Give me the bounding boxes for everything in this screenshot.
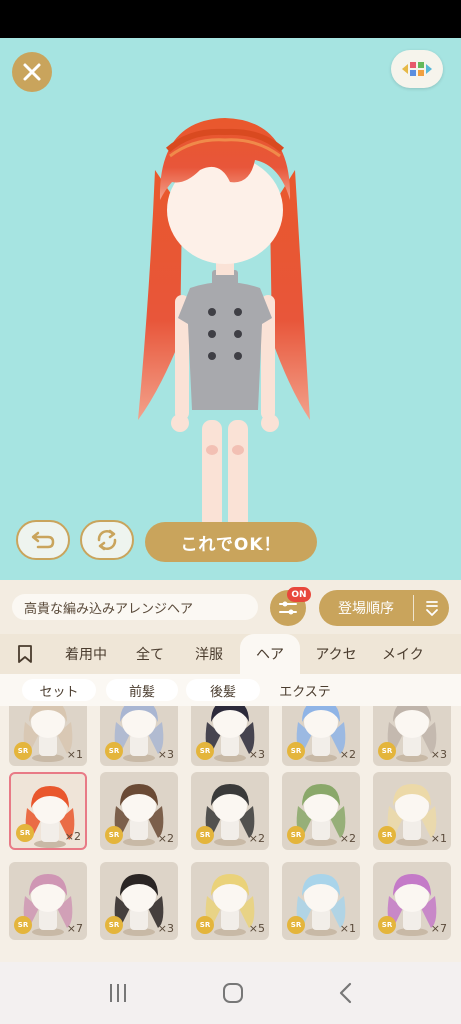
item-count: ×1 <box>430 832 447 845</box>
sub-tab-bangs[interactable]: 前髪 <box>106 679 178 701</box>
item-count: ×2 <box>248 832 265 845</box>
item-count: ×2 <box>339 832 356 845</box>
rarity-badge: SR <box>14 916 32 934</box>
rarity-badge: SR <box>196 742 214 760</box>
hair-item-selected[interactable]: SR ×2 <box>9 772 87 850</box>
tab-accessories[interactable]: アクセ <box>300 634 372 674</box>
status-bar <box>0 0 461 38</box>
tab-wearing[interactable]: 着用中 <box>50 634 122 674</box>
item-count: ×7 <box>430 922 447 935</box>
sub-category-tabs: セット 前髪 後髪 エクステ <box>0 674 461 706</box>
undo-icon <box>31 531 55 549</box>
item-count: ×5 <box>248 922 265 935</box>
rarity-badge: SR <box>196 916 214 934</box>
sort-order-label: 登場順序 <box>338 601 394 617</box>
item-count: ×2 <box>339 748 356 761</box>
rarity-badge: SR <box>287 826 305 844</box>
filter-on-badge: ON <box>287 587 311 602</box>
item-count: ×3 <box>157 748 174 761</box>
item-count: ×2 <box>157 832 174 845</box>
system-nav-bar <box>0 962 461 1024</box>
palette-arrows-icon <box>402 62 432 76</box>
hair-item[interactable]: SR ×7 <box>373 862 451 940</box>
tab-makeup[interactable]: メイク <box>372 634 442 674</box>
hair-item[interactable]: SR ×3 <box>373 706 451 766</box>
sub-tab-extensions[interactable]: エクステ <box>268 679 342 701</box>
hair-item[interactable]: SR ×5 <box>191 862 269 940</box>
rarity-badge: SR <box>16 824 34 842</box>
sort-order-button[interactable]: 登場順序 <box>319 590 449 626</box>
hair-item[interactable]: SR ×2 <box>282 772 360 850</box>
tab-bookmark[interactable] <box>0 634 50 674</box>
sub-tab-set[interactable]: セット <box>22 679 96 701</box>
confirm-ok-button[interactable]: これでOK！ <box>145 522 317 562</box>
rotate-icon <box>97 529 117 551</box>
hair-item[interactable]: SR ×1 <box>282 862 360 940</box>
rarity-badge: SR <box>105 916 123 934</box>
category-tabs: 着用中 全て 洋服 ヘア アクセ メイク <box>0 634 461 674</box>
selected-item-name: 高貴な編み込みアレンジヘア <box>12 594 258 620</box>
sort-direction-icon[interactable] <box>414 599 449 617</box>
undo-button[interactable] <box>16 520 70 560</box>
hair-item[interactable]: SR ×2 <box>191 772 269 850</box>
hair-item[interactable]: SR ×2 <box>282 706 360 766</box>
rarity-badge: SR <box>378 826 396 844</box>
hair-item[interactable]: SR ×3 <box>100 862 178 940</box>
hair-item[interactable]: SR ×3 <box>191 706 269 766</box>
tab-hair[interactable]: ヘア <box>240 634 300 674</box>
rarity-badge: SR <box>287 742 305 760</box>
home-icon[interactable] <box>221 981 245 1005</box>
rarity-badge: SR <box>105 742 123 760</box>
close-icon <box>23 63 41 81</box>
back-icon[interactable] <box>336 981 356 1005</box>
recent-apps-icon[interactable] <box>106 982 130 1004</box>
hair-item[interactable]: SR ×7 <box>9 862 87 940</box>
sub-tab-back-hair[interactable]: 後髪 <box>186 679 260 701</box>
rarity-badge: SR <box>14 742 32 760</box>
item-count: ×2 <box>64 830 81 843</box>
rarity-badge: SR <box>287 916 305 934</box>
rarity-badge: SR <box>196 826 214 844</box>
item-count: ×3 <box>248 748 265 761</box>
color-palette-button[interactable] <box>391 50 443 88</box>
close-button[interactable] <box>12 52 52 92</box>
hair-item[interactable]: SR ×1 <box>373 772 451 850</box>
hair-item[interactable]: SR ×2 <box>100 772 178 850</box>
item-filter-bar: 高貴な編み込みアレンジヘア ON 登場順序 <box>0 580 461 634</box>
avatar-character[interactable] <box>130 90 320 560</box>
bookmark-icon <box>18 645 32 663</box>
item-count: ×3 <box>430 748 447 761</box>
rarity-badge: SR <box>105 826 123 844</box>
hair-item[interactable]: SR ×3 <box>100 706 178 766</box>
hair-item[interactable]: SR ×1 <box>9 706 87 766</box>
item-count: ×1 <box>339 922 356 935</box>
hair-item-grid: SR ×1 SR ×3 SR ×3 SR ×2 SR ×3 SR ×2 SR ×2 SR ×2 SR ×2 SR ×1… <box>0 706 461 962</box>
rarity-badge: SR <box>378 742 396 760</box>
item-count: ×3 <box>157 922 174 935</box>
item-count: ×7 <box>66 922 83 935</box>
avatar-stage: これでOK！ <box>0 38 461 580</box>
item-count: ×1 <box>66 748 83 761</box>
rotate-button[interactable] <box>80 520 134 560</box>
rarity-badge: SR <box>378 916 396 934</box>
tab-clothes[interactable]: 洋服 <box>178 634 240 674</box>
tab-all[interactable]: 全て <box>122 634 178 674</box>
